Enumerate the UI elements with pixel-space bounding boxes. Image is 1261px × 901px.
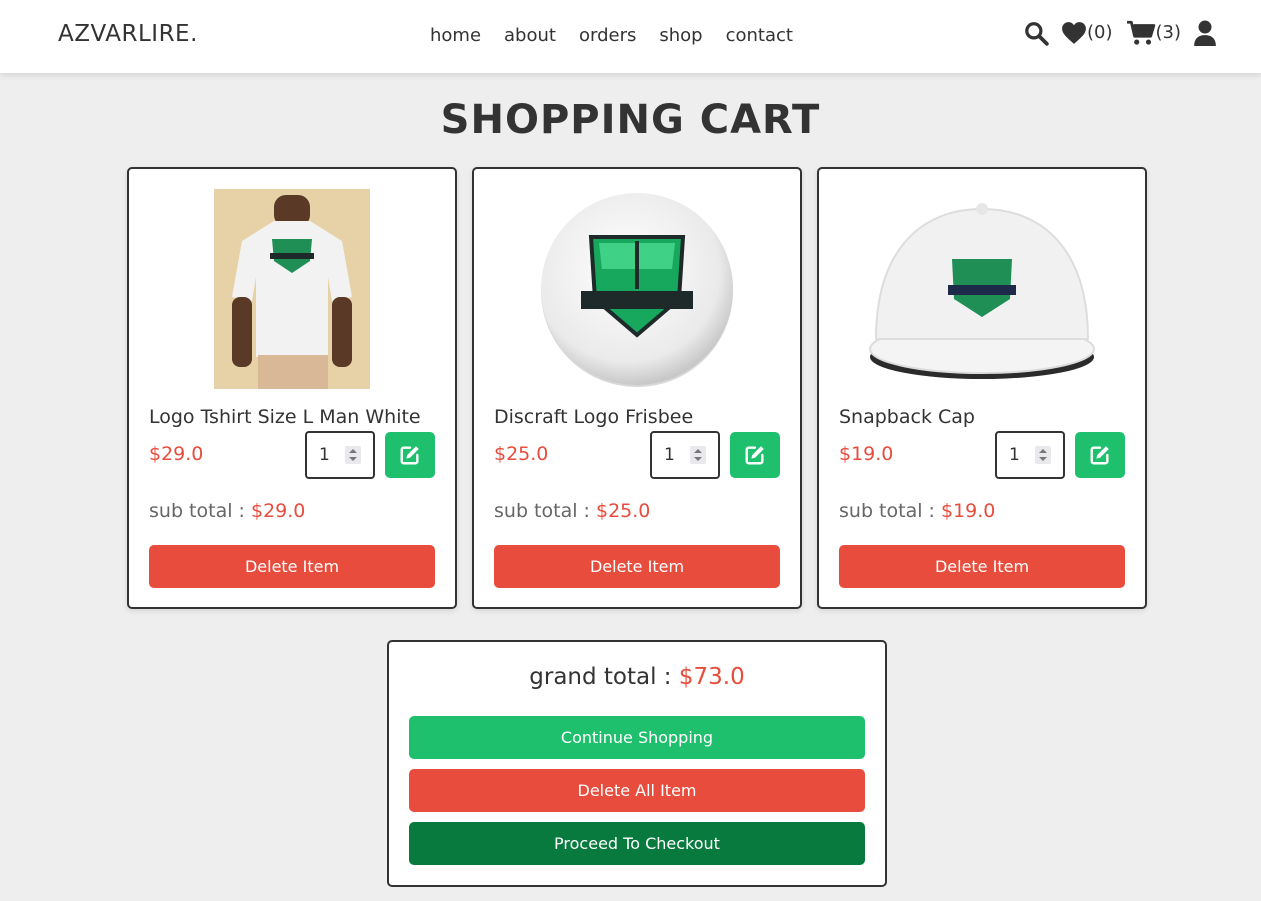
subtotal-label: sub total :	[839, 500, 935, 522]
cap-product-image	[839, 189, 1125, 389]
edit-icon	[745, 446, 764, 465]
page-title: SHOPPING CART	[440, 97, 821, 143]
site-header: AZVARLIRE. home about orders shop contac…	[0, 0, 1261, 73]
product-name: Snapback Cap	[839, 406, 975, 428]
main-nav: home about orders shop contact	[430, 25, 793, 47]
heart-icon	[1062, 22, 1086, 44]
edit-icon	[1090, 446, 1109, 465]
update-quantity-button[interactable]	[730, 432, 780, 478]
subtotal-value: $19.0	[940, 500, 996, 522]
quantity-spinner[interactable]	[690, 446, 706, 464]
product-price: $25.0	[494, 443, 549, 465]
cap-image	[869, 203, 1095, 379]
subtotal-label: sub total :	[149, 500, 245, 522]
cart-count: (3)	[1155, 22, 1182, 43]
header-icons: (0) (3)	[1023, 20, 1217, 46]
grand-total-label: grand total :	[529, 664, 672, 690]
subtotal-label: sub total :	[494, 500, 590, 522]
delete-item-button[interactable]: Delete Item	[149, 545, 435, 588]
delete-all-button[interactable]: Delete All Item	[409, 769, 865, 812]
wishlist-button[interactable]: (0)	[1061, 21, 1113, 45]
site-logo[interactable]: AZVARLIRE.	[58, 21, 198, 47]
nav-shop[interactable]: shop	[659, 25, 702, 47]
continue-shopping-button[interactable]: Continue Shopping	[409, 716, 865, 759]
cart-item-card: Snapback Cap $19.0 1 sub total : $19.0 D…	[817, 167, 1147, 609]
delete-item-button[interactable]: Delete Item	[839, 545, 1125, 588]
update-quantity-button[interactable]	[385, 432, 435, 478]
frisbee-product-image	[494, 189, 780, 389]
cart-summary: grand total : $73.0 Continue Shopping De…	[387, 640, 887, 887]
quantity-spinner[interactable]	[1035, 446, 1051, 464]
user-button[interactable]	[1193, 20, 1217, 46]
frisbee-image	[541, 193, 733, 387]
cart-button[interactable]: (3)	[1126, 20, 1182, 46]
tshirt-image	[214, 189, 370, 389]
nav-about[interactable]: about	[504, 25, 556, 47]
product-price: $29.0	[149, 443, 204, 465]
subtotal: sub total : $19.0	[839, 500, 995, 522]
quantity-spinner[interactable]	[345, 446, 361, 464]
product-name: Discraft Logo Frisbee	[494, 406, 694, 428]
quantity-input[interactable]: 1	[995, 431, 1065, 479]
quantity-input[interactable]: 1	[305, 431, 375, 479]
wishlist-count: (0)	[1087, 22, 1113, 43]
cart-item-card: Logo Tshirt Size L Man White $29.0 1 sub…	[127, 167, 457, 609]
checkout-button[interactable]: Proceed To Checkout	[409, 822, 865, 865]
update-quantity-button[interactable]	[1075, 432, 1125, 478]
quantity-value: 1	[664, 445, 675, 465]
cart-icon	[1126, 20, 1155, 45]
cart-item-card: Discraft Logo Frisbee $25.0 1 sub total …	[472, 167, 802, 609]
search-button[interactable]	[1023, 20, 1049, 46]
subtotal-value: $25.0	[595, 500, 651, 522]
subtotal-value: $29.0	[250, 500, 306, 522]
subtotal: sub total : $25.0	[494, 500, 650, 522]
nav-contact[interactable]: contact	[726, 25, 793, 47]
subtotal: sub total : $29.0	[149, 500, 305, 522]
nav-home[interactable]: home	[430, 25, 481, 47]
product-name: Logo Tshirt Size L Man White	[149, 406, 421, 428]
search-icon	[1025, 22, 1049, 46]
nav-orders[interactable]: orders	[579, 25, 636, 47]
user-icon	[1194, 20, 1216, 46]
quantity-value: 1	[319, 445, 330, 465]
quantity-value: 1	[1009, 445, 1020, 465]
delete-item-button[interactable]: Delete Item	[494, 545, 780, 588]
tshirt-product-image	[149, 189, 435, 389]
edit-icon	[400, 446, 419, 465]
quantity-input[interactable]: 1	[650, 431, 720, 479]
product-price: $19.0	[839, 443, 894, 465]
grand-total-value: $73.0	[678, 664, 745, 690]
grand-total: grand total : $73.0	[389, 664, 885, 690]
